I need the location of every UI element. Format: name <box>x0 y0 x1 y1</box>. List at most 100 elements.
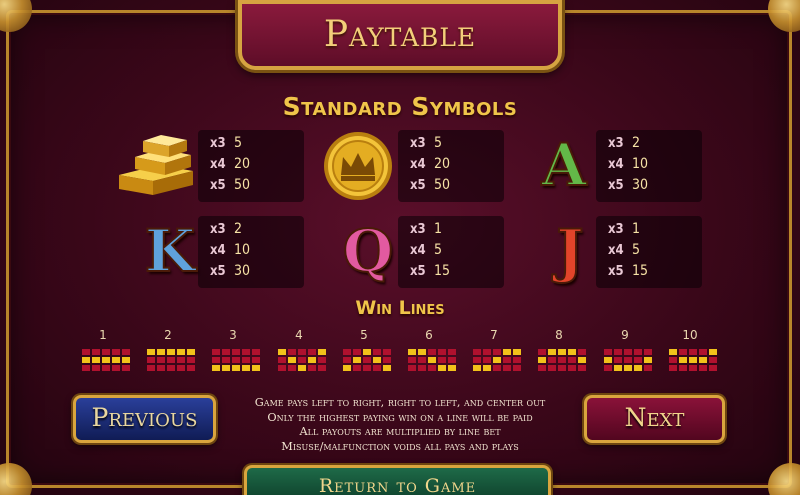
win-line-cell <box>157 365 165 371</box>
pay-value: 20 <box>434 156 451 172</box>
win-line-cell <box>408 349 416 355</box>
pay-value: 50 <box>434 177 451 193</box>
win-line-cell <box>383 349 391 355</box>
win-line-cell <box>578 349 586 355</box>
win-line-cell <box>222 357 230 363</box>
pay-list: x3 2 x4 10 x5 30 <box>608 133 678 196</box>
win-line-cell <box>418 365 426 371</box>
win-line-cell <box>122 365 130 371</box>
win-line-cell <box>82 357 90 363</box>
win-line-cell <box>288 349 296 355</box>
win-line-cell <box>167 365 175 371</box>
pay-value: 5 <box>434 135 443 151</box>
letter-k-glyph: K <box>144 216 196 286</box>
win-line-cell <box>242 349 250 355</box>
pay-value: 5 <box>434 242 443 258</box>
win-line-cell <box>177 365 185 371</box>
rule-line: Game pays left to right, right to left, … <box>254 396 546 409</box>
win-line-cell <box>669 349 677 355</box>
pay-row: x5 30 <box>608 175 678 196</box>
win-line-cell <box>212 349 220 355</box>
win-line-cell <box>624 365 632 371</box>
letter-j-symbol: J <box>540 214 600 288</box>
win-line-cell <box>669 365 677 371</box>
win-line-cell <box>558 365 566 371</box>
multiplier-label: x3 <box>210 222 226 237</box>
win-line-cell <box>513 365 521 371</box>
letter-a-glyph: A <box>540 130 587 200</box>
win-line-cell <box>513 349 521 355</box>
pay-list: x3 2 x4 10 x5 30 <box>210 219 280 282</box>
win-line-cell <box>483 349 491 355</box>
multiplier-label: x3 <box>410 222 426 237</box>
win-line-cell <box>252 349 260 355</box>
win-line-cell <box>343 349 351 355</box>
previous-button[interactable]: Previous <box>73 395 216 443</box>
win-line-cell <box>503 365 511 371</box>
next-button[interactable]: Next <box>584 395 725 443</box>
multiplier-label: x3 <box>608 136 624 151</box>
win-line-cell <box>503 349 511 355</box>
win-line-cell <box>689 365 697 371</box>
multiplier-label: x5 <box>410 178 426 193</box>
win-line-cell <box>548 365 556 371</box>
multiplier-label: x4 <box>608 157 624 172</box>
win-line-cell <box>493 357 501 363</box>
win-line-cell <box>709 357 717 363</box>
win-line-cell <box>473 357 481 363</box>
win-line-cell <box>318 357 326 363</box>
win-line-cell <box>428 365 436 371</box>
multiplier-label: x3 <box>410 136 426 151</box>
win-line-cell <box>558 349 566 355</box>
win-line-cell <box>383 365 391 371</box>
win-line-cell <box>122 357 130 363</box>
win-lines-heading: Win Lines <box>355 297 445 319</box>
win-line-cell <box>634 365 642 371</box>
pay-row: x5 50 <box>210 175 280 196</box>
win-line-cell <box>383 357 391 363</box>
win-line-cell <box>147 357 155 363</box>
win-line-cell <box>634 349 642 355</box>
pay-value: 10 <box>234 242 251 258</box>
win-line-cell <box>448 349 456 355</box>
win-line-number: 2 <box>164 328 172 342</box>
multiplier-label: x5 <box>608 264 624 279</box>
win-line-cell <box>699 357 707 363</box>
win-line-cell <box>242 365 250 371</box>
pay-row: x4 10 <box>210 240 280 261</box>
win-line-cell <box>112 357 120 363</box>
win-line-cell <box>644 357 652 363</box>
win-line-cell <box>112 365 120 371</box>
win-line-cell <box>288 365 296 371</box>
multiplier-label: x5 <box>410 264 426 279</box>
win-line-cell <box>157 357 165 363</box>
win-line-number: 6 <box>425 328 433 342</box>
win-line-cell <box>669 357 677 363</box>
win-line-cell <box>308 365 316 371</box>
multiplier-label: x4 <box>608 243 624 258</box>
pay-row: x3 5 <box>410 133 480 154</box>
win-line-cell <box>578 365 586 371</box>
win-line-cell <box>438 349 446 355</box>
gold-bars-icon <box>110 128 202 200</box>
win-line-cell <box>363 349 371 355</box>
win-line-cell <box>644 349 652 355</box>
pay-row: x4 10 <box>608 154 678 175</box>
pay-value: 5 <box>234 135 243 151</box>
win-line-cell <box>177 349 185 355</box>
multiplier-label: x3 <box>210 136 226 151</box>
win-line-cell <box>604 357 612 363</box>
win-line-cell <box>418 349 426 355</box>
win-line-cell <box>92 365 100 371</box>
win-line-cell <box>373 349 381 355</box>
pay-value: 50 <box>234 177 251 193</box>
return-to-game-button[interactable]: Return to Game <box>244 465 551 495</box>
win-line-cell <box>624 349 632 355</box>
multiplier-label: x4 <box>210 243 226 258</box>
multiplier-label: x4 <box>410 157 426 172</box>
standard-symbols-heading: Standard Symbols <box>282 92 518 121</box>
win-line-cell <box>644 365 652 371</box>
multiplier-label: x3 <box>608 222 624 237</box>
win-line-cell <box>709 349 717 355</box>
previous-button-label: Previous <box>91 403 198 432</box>
